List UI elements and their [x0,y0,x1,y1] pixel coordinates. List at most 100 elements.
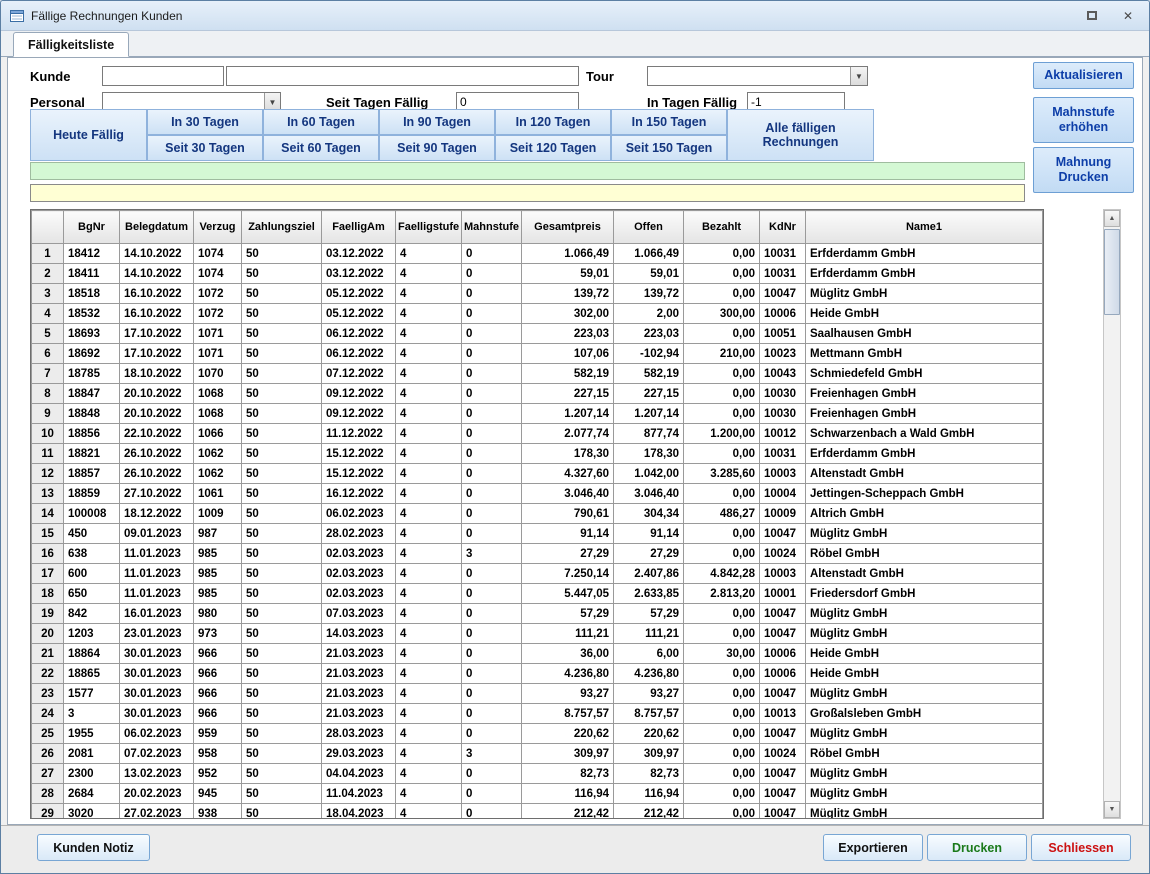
cell-bgnr[interactable]: 1577 [64,684,120,704]
cell-kdnr[interactable]: 10003 [760,464,806,484]
table-row[interactable]: 121885726.10.202210625015.12.2022404.327… [32,464,1043,484]
column-header-kdnr[interactable]: KdNr [760,211,806,244]
row-selector[interactable]: 9 [32,404,64,424]
cell-belegdatum[interactable]: 20.10.2022 [120,384,194,404]
cell-faelligam[interactable]: 06.12.2022 [322,324,396,344]
row-selector[interactable]: 8 [32,384,64,404]
cell-verzug[interactable]: 966 [194,704,242,724]
cell-offen[interactable]: 111,21 [614,624,684,644]
cell-bgnr[interactable]: 18821 [64,444,120,464]
seit-150-tagen-button[interactable]: Seit 150 Tagen [611,135,727,161]
row-selector[interactable]: 11 [32,444,64,464]
cell-gesamtpreis[interactable]: 107,06 [522,344,614,364]
cell-verzug[interactable]: 966 [194,644,242,664]
cell-faelligam[interactable]: 15.12.2022 [322,444,396,464]
cell-kdnr[interactable]: 10031 [760,444,806,464]
cell-faelligstufe[interactable]: 4 [396,244,462,264]
cell-gesamtpreis[interactable]: 1.207,14 [522,404,614,424]
cell-zahlungsziel[interactable]: 50 [242,264,322,284]
cell-faelligstufe[interactable]: 4 [396,644,462,664]
cell-kdnr[interactable]: 10043 [760,364,806,384]
cell-kdnr[interactable]: 10004 [760,484,806,504]
cell-faelligstufe[interactable]: 4 [396,584,462,604]
cell-zahlungsziel[interactable]: 50 [242,464,322,484]
cell-faelligam[interactable]: 06.12.2022 [322,344,396,364]
cell-mahnstufe[interactable]: 0 [462,284,522,304]
cell-mahnstufe[interactable]: 0 [462,264,522,284]
cell-belegdatum[interactable]: 27.10.2022 [120,484,194,504]
cell-faelligam[interactable]: 11.12.2022 [322,424,396,444]
row-selector[interactable]: 13 [32,484,64,504]
cell-bgnr[interactable]: 18848 [64,404,120,424]
cell-offen[interactable]: 309,97 [614,744,684,764]
cell-mahnstufe[interactable]: 0 [462,624,522,644]
cell-faelligstufe[interactable]: 4 [396,524,462,544]
cell-belegdatum[interactable]: 30.01.2023 [120,664,194,684]
cell-belegdatum[interactable]: 11.01.2023 [120,544,194,564]
cell-gesamtpreis[interactable]: 227,15 [522,384,614,404]
cell-bgnr[interactable]: 450 [64,524,120,544]
cell-verzug[interactable]: 1068 [194,404,242,424]
cell-belegdatum[interactable]: 06.02.2023 [120,724,194,744]
cell-faelligam[interactable]: 28.02.2023 [322,524,396,544]
row-selector[interactable]: 20 [32,624,64,644]
cell-belegdatum[interactable]: 16.10.2022 [120,304,194,324]
cell-name1[interactable]: Großalsleben GmbH [806,704,1043,724]
cell-verzug[interactable]: 973 [194,624,242,644]
cell-offen[interactable]: 227,15 [614,384,684,404]
row-selector[interactable]: 12 [32,464,64,484]
cell-kdnr[interactable]: 10047 [760,804,806,820]
cell-faelligam[interactable]: 07.03.2023 [322,604,396,624]
cell-mahnstufe[interactable]: 0 [462,304,522,324]
cell-bezahlt[interactable]: 0,00 [684,244,760,264]
cell-verzug[interactable]: 958 [194,744,242,764]
heute-faellig-button[interactable]: Heute Fällig [30,109,147,161]
cell-bezahlt[interactable]: 30,00 [684,644,760,664]
cell-zahlungsziel[interactable]: 50 [242,384,322,404]
cell-verzug[interactable]: 959 [194,724,242,744]
cell-bgnr[interactable]: 18847 [64,384,120,404]
row-selector[interactable]: 10 [32,424,64,444]
cell-verzug[interactable]: 945 [194,784,242,804]
row-selector[interactable]: 16 [32,544,64,564]
cell-name1[interactable]: Schmiedefeld GmbH [806,364,1043,384]
cell-faelligam[interactable]: 05.12.2022 [322,304,396,324]
cell-bgnr[interactable]: 18857 [64,464,120,484]
cell-belegdatum[interactable]: 30.01.2023 [120,704,194,724]
cell-name1[interactable]: Friedersdorf GmbH [806,584,1043,604]
cell-faelligam[interactable]: 09.12.2022 [322,404,396,424]
cell-faelligstufe[interactable]: 4 [396,664,462,684]
cell-faelligstufe[interactable]: 4 [396,564,462,584]
cell-faelligstufe[interactable]: 4 [396,284,462,304]
cell-bezahlt[interactable]: 0,00 [684,524,760,544]
cell-zahlungsziel[interactable]: 50 [242,644,322,664]
cell-offen[interactable]: 2.407,86 [614,564,684,584]
cell-mahnstufe[interactable]: 0 [462,804,522,820]
row-selector[interactable]: 29 [32,804,64,820]
tab-faelligkeitsliste[interactable]: Fälligkeitsliste [13,32,129,57]
cell-mahnstufe[interactable]: 0 [462,484,522,504]
cell-gesamtpreis[interactable]: 116,94 [522,784,614,804]
row-selector[interactable]: 26 [32,744,64,764]
row-selector[interactable]: 7 [32,364,64,384]
tour-combo[interactable]: ▼ [647,66,868,86]
cell-belegdatum[interactable]: 16.01.2023 [120,604,194,624]
cell-faelligstufe[interactable]: 4 [396,624,462,644]
cell-bgnr[interactable]: 18518 [64,284,120,304]
cell-gesamtpreis[interactable]: 139,72 [522,284,614,304]
cell-kdnr[interactable]: 10047 [760,764,806,784]
cell-name1[interactable]: Mettmann GmbH [806,344,1043,364]
cell-bgnr[interactable]: 18411 [64,264,120,284]
cell-belegdatum[interactable]: 14.10.2022 [120,264,194,284]
mahnung-drucken-button[interactable]: Mahnung Drucken [1033,147,1134,193]
cell-verzug[interactable]: 1072 [194,284,242,304]
cell-name1[interactable]: Altrich GmbH [806,504,1043,524]
cell-bezahlt[interactable]: 0,00 [684,384,760,404]
table-row[interactable]: 51869317.10.202210715006.12.202240223,03… [32,324,1043,344]
cell-bgnr[interactable]: 3020 [64,804,120,820]
cell-verzug[interactable]: 1009 [194,504,242,524]
cell-verzug[interactable]: 966 [194,684,242,704]
cell-kdnr[interactable]: 10047 [760,524,806,544]
cell-bezahlt[interactable]: 3.285,60 [684,464,760,484]
cell-faelligam[interactable]: 28.03.2023 [322,724,396,744]
